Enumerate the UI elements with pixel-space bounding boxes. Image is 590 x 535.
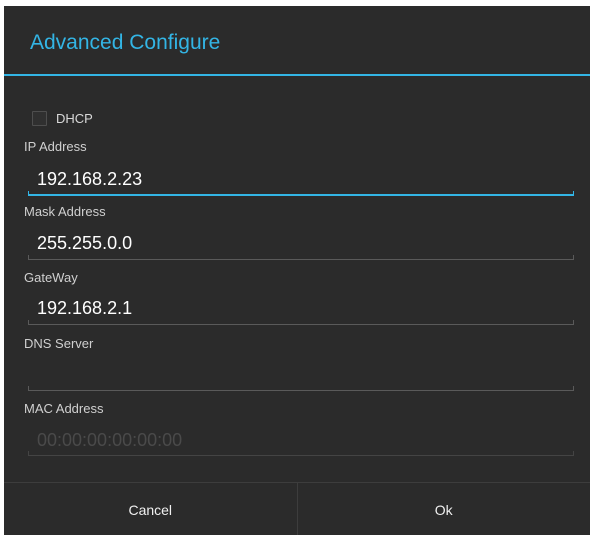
mask-address-underline [28,255,574,260]
mac-address-underline [28,451,574,456]
dialog-title-bar: Advanced Configure [4,6,590,74]
gateway-input[interactable]: 192.168.2.1 [37,298,132,319]
dhcp-label: DHCP [56,110,93,126]
dialog-title: Advanced Configure [30,31,221,54]
mac-address-label: MAC Address [24,401,104,416]
ip-address-underline [28,191,574,196]
gateway-label: GateWay [24,270,78,285]
dialog-button-bar: Cancel Ok [4,482,590,535]
gateway-underline [28,320,574,325]
mask-address-input[interactable]: 255.255.0.0 [37,233,132,254]
cancel-button[interactable]: Cancel [4,483,297,535]
ip-address-input[interactable]: 192.168.2.23 [37,169,142,190]
ok-button[interactable]: Ok [298,483,590,535]
dhcp-checkbox-row[interactable]: DHCP [32,109,93,127]
advanced-configure-dialog: Advanced Configure DHCP IP Address 192.1… [4,6,590,535]
mac-address-input: 00:00:00:00:00:00 [37,430,183,450]
dns-server-label: DNS Server [24,336,94,351]
title-divider [4,74,590,76]
mask-address-label: Mask Address [24,204,106,219]
dns-server-underline [28,386,574,391]
dhcp-checkbox[interactable] [32,110,47,126]
ip-address-label: IP Address [24,139,87,154]
